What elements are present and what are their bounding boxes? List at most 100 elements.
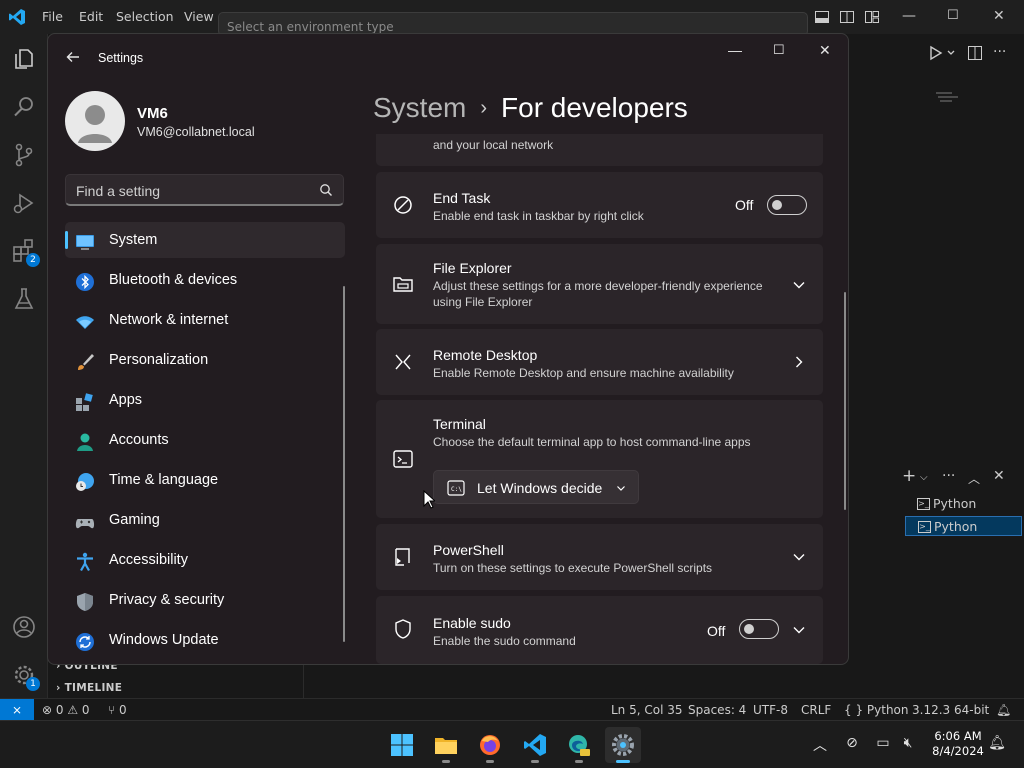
- vscode-minimize-icon[interactable]: —: [902, 8, 916, 24]
- indentation-status[interactable]: Spaces: 4: [688, 699, 746, 721]
- vscode-close-icon[interactable]: ✕: [993, 8, 1005, 24]
- menu-view[interactable]: View: [184, 0, 214, 34]
- maximize-panel-icon[interactable]: ︿: [968, 470, 980, 487]
- run-debug-icon[interactable]: [11, 190, 37, 216]
- network-disconnected-icon[interactable]: ⊘: [843, 735, 861, 753]
- back-arrow-icon[interactable]: [65, 49, 81, 65]
- extensions-icon[interactable]: 2: [11, 238, 40, 267]
- start-button[interactable]: [384, 727, 420, 763]
- taskbar-settings[interactable]: [605, 727, 641, 763]
- ports-status[interactable]: ⑂ 0: [108, 699, 127, 721]
- menu-file[interactable]: File: [42, 0, 63, 34]
- interpreter-status[interactable]: 3.12.3 64-bit: [912, 699, 989, 721]
- taskbar-file-explorer[interactable]: [428, 727, 464, 763]
- search-placeholder: Find a setting: [76, 183, 161, 199]
- nav-item-privacy-security[interactable]: Privacy & security: [65, 582, 345, 618]
- nav-item-time-language[interactable]: Time & language: [65, 462, 345, 498]
- source-control-icon[interactable]: [11, 142, 37, 168]
- end-task-card[interactable]: End Task Enable end task in taskbar by r…: [376, 172, 823, 238]
- problems-status[interactable]: ⊗ 0 ⚠ 0: [42, 699, 90, 721]
- more-actions-icon[interactable]: ···: [993, 44, 1006, 62]
- nav-item-accessibility[interactable]: Accessibility: [65, 542, 345, 578]
- taskbar-firefox[interactable]: [472, 727, 508, 763]
- partial-setting-card[interactable]: and your local network: [376, 134, 823, 166]
- terminal-list-item-selected[interactable]: >_ Python: [905, 516, 1022, 536]
- search-icon[interactable]: [11, 94, 37, 120]
- partial-card-desc: and your local network: [433, 138, 554, 152]
- nav-item-windows-update[interactable]: Windows Update: [65, 622, 345, 658]
- settings-minimize-icon[interactable]: —: [728, 42, 742, 58]
- eol-status[interactable]: CRLF: [801, 699, 831, 721]
- close-panel-icon[interactable]: ✕: [993, 468, 1005, 484]
- testing-icon[interactable]: [11, 286, 37, 312]
- encoding-status[interactable]: UTF-8: [753, 699, 788, 721]
- notifications-bell-icon[interactable]: 🔔︎: [996, 699, 1011, 721]
- powershell-card[interactable]: PowerShell Turn on these settings to exe…: [376, 524, 823, 590]
- nav-label: Windows Update: [109, 632, 219, 648]
- navigate-chevron-icon[interactable]: [792, 355, 806, 369]
- taskbar-clock[interactable]: 6:06 AM 8/4/2024: [928, 729, 988, 759]
- language-status[interactable]: { } Python: [844, 699, 909, 721]
- nav-item-apps[interactable]: Apps: [65, 382, 345, 418]
- terminal-dropdown-icon[interactable]: ⌵: [920, 472, 928, 483]
- nav-item-network[interactable]: Network & internet: [65, 302, 345, 338]
- nav-item-system[interactable]: System: [65, 222, 345, 258]
- terminal-card: Terminal Choose the default terminal app…: [376, 400, 823, 518]
- toggle-panel-icon[interactable]: [839, 9, 855, 25]
- settings-maximize-icon[interactable]: ☐: [773, 42, 785, 58]
- remote-indicator-icon[interactable]: ⨯: [0, 699, 34, 721]
- terminal-icon: >_: [917, 498, 930, 510]
- settings-close-icon[interactable]: ✕: [819, 42, 831, 59]
- menu-selection[interactable]: Selection: [116, 0, 174, 34]
- powershell-title: PowerShell: [433, 542, 504, 558]
- end-task-toggle[interactable]: [767, 195, 807, 215]
- panel-more-icon[interactable]: ···: [942, 468, 955, 484]
- nav-item-personalization[interactable]: Personalization: [65, 342, 345, 378]
- sudo-toggle[interactable]: [739, 619, 779, 639]
- selection-indicator: [65, 231, 68, 249]
- account-icon[interactable]: [11, 614, 37, 640]
- manage-gear-icon[interactable]: 1: [11, 662, 40, 691]
- edge-beta-icon: [569, 735, 590, 756]
- content-scrollbar[interactable]: [844, 292, 846, 510]
- update-icon: [75, 630, 95, 651]
- file-explorer-card[interactable]: File Explorer Adjust these settings for …: [376, 244, 823, 324]
- notification-center-icon[interactable]: 🔔︎: [988, 735, 1006, 753]
- nav-scrollbar[interactable]: [343, 286, 345, 642]
- expand-chevron-icon[interactable]: [792, 550, 806, 564]
- nav-item-bluetooth[interactable]: Bluetooth & devices: [65, 262, 345, 298]
- run-python-file-icon[interactable]: [929, 44, 943, 62]
- timeline-section[interactable]: › TIMELINE: [56, 682, 122, 694]
- breadcrumb-parent[interactable]: System: [373, 92, 466, 123]
- split-editor-icon[interactable]: [967, 44, 983, 62]
- settings-search-input[interactable]: Find a setting: [65, 174, 344, 206]
- menu-edit[interactable]: Edit: [79, 0, 103, 34]
- new-terminal-icon[interactable]: +: [902, 466, 916, 486]
- nav-item-gaming[interactable]: Gaming: [65, 502, 345, 538]
- display-icon[interactable]: ▭: [874, 735, 892, 753]
- expand-chevron-icon[interactable]: [792, 278, 806, 292]
- vscode-maximize-icon[interactable]: ☐: [947, 8, 959, 23]
- accounts-icon: [75, 430, 95, 451]
- taskbar-edge-beta[interactable]: [561, 727, 597, 763]
- run-dropdown-chevron-icon[interactable]: [946, 44, 956, 62]
- explorer-icon[interactable]: [11, 46, 37, 72]
- volume-muted-icon[interactable]: 🔇︎: [899, 735, 917, 753]
- remote-desktop-card[interactable]: Remote Desktop Enable Remote Desktop and…: [376, 329, 823, 395]
- end-task-desc: Enable end task in taskbar by right clic…: [433, 209, 644, 223]
- terminal-list-item[interactable]: >_ Python: [905, 494, 1022, 514]
- nav-item-accounts[interactable]: Accounts: [65, 422, 345, 458]
- user-avatar[interactable]: [65, 91, 125, 151]
- globe-clock-icon: [75, 470, 95, 491]
- show-hidden-icons-chevron-icon[interactable]: ︿: [811, 735, 829, 754]
- cursor-position[interactable]: Ln 5, Col 35: [611, 699, 683, 721]
- sudo-card[interactable]: Enable sudo Enable the sudo command Off: [376, 596, 823, 664]
- customize-layout-icon[interactable]: [864, 9, 880, 25]
- taskbar-vscode[interactable]: [517, 727, 553, 763]
- end-task-state: Off: [735, 197, 754, 213]
- default-terminal-dropdown[interactable]: C:\ Let Windows decide: [433, 470, 639, 504]
- command-prompt-icon: C:\: [447, 480, 465, 496]
- minimap-line: [938, 96, 958, 98]
- toggle-sidebar-icon[interactable]: [814, 9, 830, 25]
- expand-chevron-icon[interactable]: [792, 623, 806, 637]
